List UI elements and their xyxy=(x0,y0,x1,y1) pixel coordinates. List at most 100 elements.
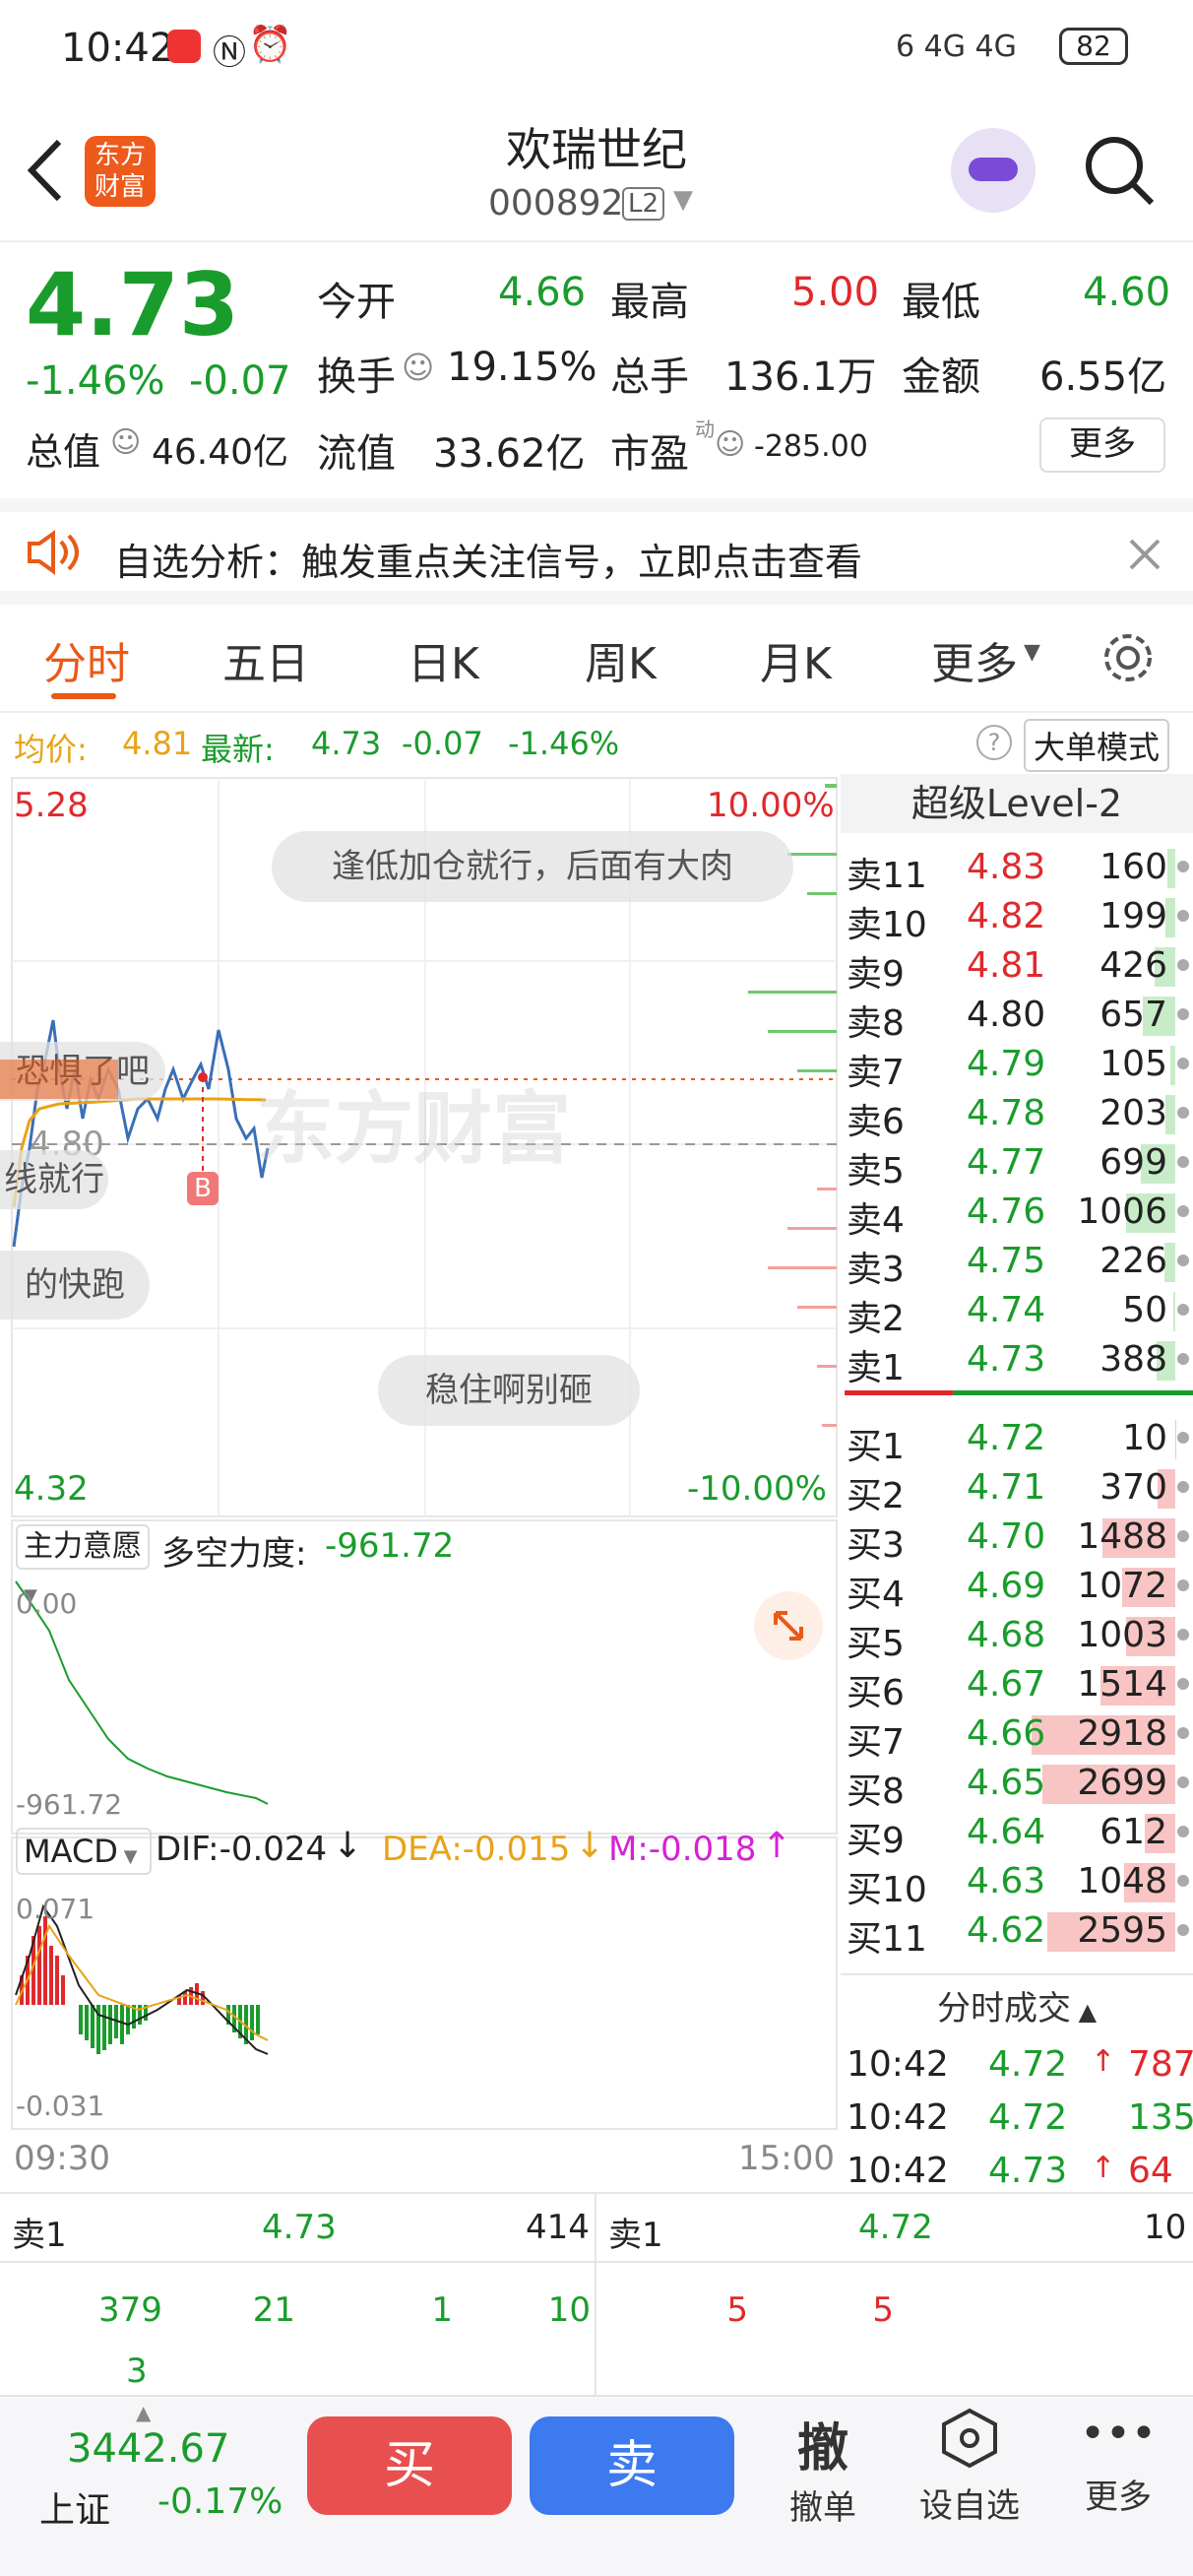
buy-button[interactable]: 买 xyxy=(307,2416,512,2515)
ask-row[interactable]: 卖11 4.83 160 xyxy=(841,843,1193,896)
bid-row[interactable]: 买4 4.69 1072 xyxy=(841,1562,1193,1615)
ask-row[interactable]: 卖3 4.75 226 xyxy=(841,1237,1193,1290)
bid-dot-icon xyxy=(1177,1727,1189,1739)
bid-price: 4.70 xyxy=(967,1516,1046,1557)
danmaku-comment[interactable]: 稳住啊别砸 xyxy=(378,1355,640,1426)
bid-row[interactable]: 买3 4.70 1488 xyxy=(841,1513,1193,1566)
bid-price: 4.64 xyxy=(967,1812,1046,1852)
time-end: 15:00 xyxy=(738,2139,835,2178)
sell-button[interactable]: 卖 xyxy=(530,2416,734,2515)
bid-level-label: 买2 xyxy=(847,1476,905,1516)
open-label: 今开 xyxy=(317,280,396,325)
tab-month-k[interactable]: 月K xyxy=(760,628,832,691)
ask-row[interactable]: 卖10 4.82 199 xyxy=(841,892,1193,945)
ask-dot-icon xyxy=(1177,1156,1189,1168)
bid-dot-icon xyxy=(1177,1530,1189,1542)
tick-time: 10:42 xyxy=(847,2151,949,2191)
tab-5day[interactable]: 五日 xyxy=(222,628,309,691)
turnover-info-icon[interactable]: ☺ xyxy=(402,349,434,386)
ask-row[interactable]: 卖1 4.73 388 xyxy=(841,1335,1193,1388)
level2-title[interactable]: 超级Level-2 xyxy=(841,774,1193,833)
ask-volume-bar xyxy=(1167,849,1175,888)
ask-qty: 426 xyxy=(1099,945,1167,986)
danmaku-comment[interactable]: 线就行 xyxy=(0,1150,108,1209)
danmaku-comment[interactable]: 逢低加仓就行，后面有大肉 xyxy=(272,831,793,902)
bid-level-label: 买5 xyxy=(847,1624,905,1664)
more-button[interactable]: ••• 更多 xyxy=(1063,2407,1173,2518)
close-icon[interactable] xyxy=(1128,538,1162,571)
ask-row[interactable]: 卖4 4.76 1006 xyxy=(841,1188,1193,1241)
bid-dot-icon xyxy=(1177,1826,1189,1837)
bid-row[interactable]: 买10 4.63 1048 xyxy=(841,1857,1193,1910)
tab-day-k[interactable]: 日K xyxy=(408,628,479,691)
help-icon[interactable]: ? xyxy=(976,725,1012,760)
robot-assistant-icon[interactable] xyxy=(951,128,1036,213)
settings-gear-icon[interactable] xyxy=(1100,630,1156,685)
index-name: 上证 xyxy=(39,2490,111,2531)
bid-level-label: 买8 xyxy=(847,1771,905,1812)
queue-left-price: 4.73 xyxy=(262,2208,337,2247)
tick-price: 4.72 xyxy=(988,2097,1068,2138)
bid-row[interactable]: 买6 4.67 1514 xyxy=(841,1660,1193,1713)
code-dropdown-icon[interactable]: ▼ xyxy=(673,185,693,215)
pe-info-icon[interactable]: ☺ xyxy=(715,427,745,462)
tab-more[interactable]: 更多 xyxy=(931,628,1018,691)
bid-qty: 1048 xyxy=(1077,1861,1167,1901)
queue-order: 3 xyxy=(126,2351,148,2391)
search-icon[interactable] xyxy=(1083,134,1158,209)
tab-intraday[interactable]: 分时 xyxy=(43,628,130,691)
ask-qty: 1006 xyxy=(1077,1191,1167,1232)
stock-code: 000892 xyxy=(488,183,624,224)
mcap-value: 46.40亿 xyxy=(152,432,289,473)
ask-row[interactable]: 卖8 4.80 657 xyxy=(841,991,1193,1044)
tick-row: 10:42 4.72 787 ↑ xyxy=(841,2040,1193,2090)
indicator-name: 多空力度: xyxy=(161,1534,307,1574)
intraday-chart[interactable]: 5.28 10.00% 4.32 -10.00% 4.80 东方财富 逢低加仓就… xyxy=(0,774,841,2192)
ask-qty: 50 xyxy=(1122,1290,1167,1330)
more-quote-button[interactable]: 更多 xyxy=(1039,418,1165,473)
mcap-info-icon[interactable]: ☺ xyxy=(110,425,141,460)
bid-row[interactable]: 买12 4.61 2903 xyxy=(841,1956,1193,1962)
ticks-title[interactable]: 分时成交 ▲ xyxy=(841,1981,1193,2029)
ask-qty: 203 xyxy=(1099,1093,1167,1133)
bid-row[interactable]: 买11 4.62 2595 xyxy=(841,1906,1193,1960)
bid-row[interactable]: 买1 4.72 10 xyxy=(841,1414,1193,1467)
ask-bid-divider-red xyxy=(845,1390,953,1395)
ask-qty: 699 xyxy=(1099,1142,1167,1183)
ask-row[interactable]: 卖9 4.81 426 xyxy=(841,941,1193,995)
expand-icon[interactable] xyxy=(754,1591,823,1660)
ask-row[interactable]: 卖7 4.79 105 xyxy=(841,1040,1193,1093)
stock-header: 东方 财富 欢瑞世纪 000892 L2 ▼ xyxy=(0,98,1193,242)
last-value: 4.73 xyxy=(311,725,382,762)
index-ticker[interactable]: ▲ 3442.67 上证 -0.17% xyxy=(0,2397,285,2576)
tab-week-k[interactable]: 周K xyxy=(585,628,657,691)
bid-row[interactable]: 买8 4.65 2699 xyxy=(841,1759,1193,1812)
time-start: 09:30 xyxy=(14,2139,110,2178)
bottom-toolbar: ▲ 3442.67 上证 -0.17% 买 卖 撤 撤单 设自选 ••• 更多 xyxy=(0,2395,1193,2576)
bid-row[interactable]: 买7 4.66 2918 xyxy=(841,1709,1193,1763)
bid-row[interactable]: 买9 4.64 612 xyxy=(841,1808,1193,1861)
macd-select[interactable]: MACD ▼ xyxy=(16,1828,152,1875)
ask-price: 4.80 xyxy=(967,995,1046,1035)
bid-row[interactable]: 买5 4.68 1003 xyxy=(841,1611,1193,1664)
bid-dot-icon xyxy=(1177,1481,1189,1493)
analysis-notice[interactable]: 自选分析：触发重点关注信号，立即点击查看 xyxy=(0,498,1193,605)
cancel-order-button[interactable]: 撤 撤单 xyxy=(768,2407,878,2529)
danmaku-comment[interactable]: 的快跑 xyxy=(0,1251,150,1320)
ask-dot-icon xyxy=(1177,1008,1189,1020)
tick-price: 4.72 xyxy=(988,2044,1068,2085)
tick-volume: 64 xyxy=(1128,2151,1173,2191)
ask-price: 4.78 xyxy=(967,1093,1046,1133)
bid-dot-icon xyxy=(1177,1432,1189,1444)
ask-row[interactable]: 卖5 4.77 699 xyxy=(841,1138,1193,1191)
add-watchlist-button[interactable]: 设自选 xyxy=(906,2407,1034,2527)
volume-label: 总手 xyxy=(610,354,689,400)
ask-qty: 160 xyxy=(1099,847,1167,887)
indicator-select[interactable]: 主力意愿 ▼ xyxy=(16,1524,150,1606)
buy-marker[interactable]: B xyxy=(187,1172,219,1205)
ask-row[interactable]: 卖6 4.78 203 xyxy=(841,1089,1193,1142)
bid-row[interactable]: 买2 4.71 370 xyxy=(841,1463,1193,1516)
ask-row[interactable]: 卖2 4.74 50 xyxy=(841,1286,1193,1339)
big-order-mode-button[interactable]: 大单模式 xyxy=(1024,719,1170,772)
pe-dynamic-sup: 动 xyxy=(695,418,715,441)
